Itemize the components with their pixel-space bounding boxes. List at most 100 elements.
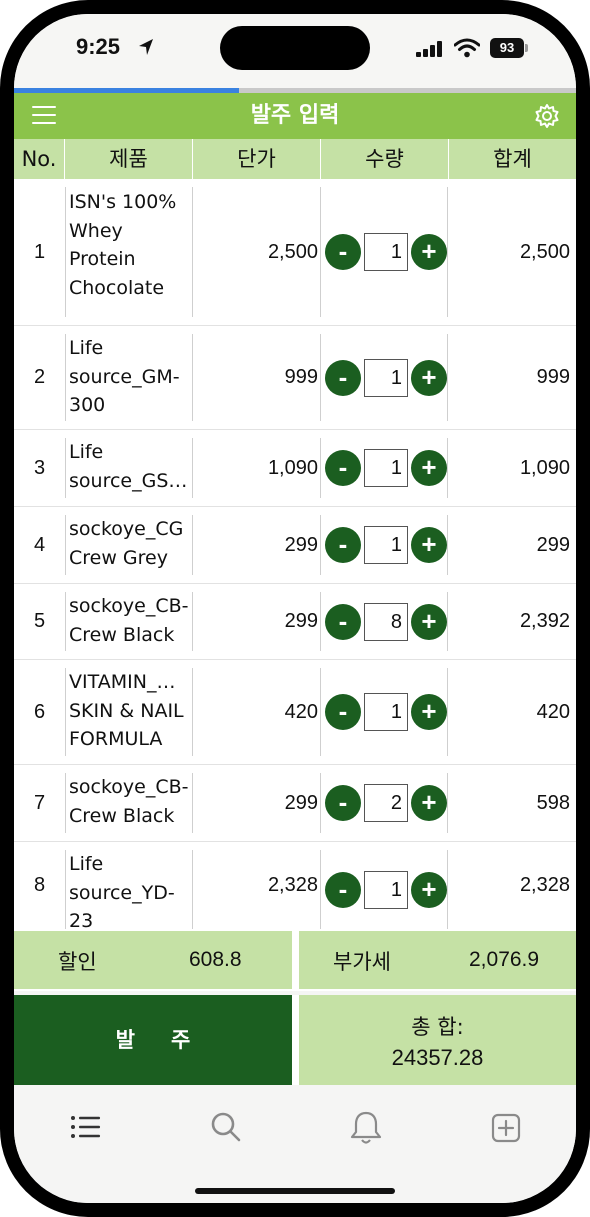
row-number: 7 [33,791,46,814]
product-name: sockoye_CG Crew Grey [65,515,193,575]
unit-price: 2,328 [267,874,318,896]
wifi-icon [454,38,480,58]
column-header-product: 제품 [65,139,193,179]
quantity-input[interactable]: 1 [364,233,408,271]
quantity-stepper: - 1 + [320,515,448,575]
decrease-quantity-button[interactable]: - [325,234,361,270]
decrease-quantity-button[interactable]: - [325,527,361,563]
line-total: 420 [536,700,570,723]
product-cell: Life source_GS… [65,430,193,506]
quantity-input[interactable]: 8 [364,602,408,641]
unit-price: 299 [284,610,318,632]
status-bar: 9:25 93 [14,14,576,90]
line-total: 299 [536,533,570,556]
dynamic-island [220,26,370,70]
row-number: 3 [33,456,46,479]
table-row: 4 sockoye_CG Crew Grey 299 - 1 + 299 [14,507,576,584]
line-total: 2,328 [519,874,570,896]
gear-icon[interactable] [534,103,560,129]
quantity-cell: - 2 + [320,765,448,841]
decrease-quantity-button[interactable]: - [325,785,361,821]
line-total: 2,500 [519,240,570,263]
app-header: 발주 입력 [14,93,576,139]
quantity-cell: - 1 + [320,842,448,929]
decrease-quantity-button[interactable]: - [325,359,361,396]
unit-price: 299 [284,791,318,814]
quantity-input[interactable]: 2 [364,784,408,822]
product-name: Life source_GM-300 [65,334,193,421]
cellular-signal-icon [416,41,442,57]
vat-label: 부가세 [333,950,391,974]
grand-total-box: 총 합: 24357.28 [299,995,576,1085]
increase-quantity-button[interactable]: + [411,871,447,908]
product-cell: sockoye_CB-Crew Black [65,584,193,659]
product-name: VITAMIN_… SKIN & NAIL FORMULA [65,668,193,756]
column-header-total: 합계 [493,147,532,171]
battery-level: 93 [490,38,524,58]
row-number: 6 [33,700,46,723]
row-number: 2 [33,366,46,388]
unit-price: 1,090 [267,456,318,479]
action-bar: 발주 총 합: 24357.28 [14,995,576,1085]
list-icon[interactable] [66,1108,106,1148]
table-row: 8 Life source_YD-23 2,328 - 1 + 2,328 [14,842,576,929]
quantity-stepper: - 1 + [320,850,448,929]
product-cell: Life source_YD-23 [65,842,193,929]
vat-value: 2,076.9 [469,948,540,971]
decrease-quantity-button[interactable]: - [325,694,361,730]
grand-total-label: 총 합: [411,1015,464,1039]
increase-quantity-button[interactable]: + [411,359,447,396]
screen: 9:25 93 발주 입력 No. 제품 단가 수량 합계 1 ISN's 10… [14,14,576,1203]
decrease-quantity-button[interactable]: - [325,450,361,486]
line-total: 999 [536,366,570,388]
discount-box: 할인 608.8 [14,931,292,989]
add-square-icon[interactable] [486,1108,526,1148]
increase-quantity-button[interactable]: + [411,450,447,486]
product-cell: ISN's 100% Whey Protein Chocolate [65,179,193,325]
increase-quantity-button[interactable]: + [411,694,447,730]
row-number: 1 [33,240,46,263]
quantity-input[interactable]: 1 [364,526,408,564]
product-name: Life source_YD-23 [65,850,193,929]
line-total: 2,392 [519,610,570,632]
increase-quantity-button[interactable]: + [411,234,447,270]
phone-frame: 9:25 93 발주 입력 No. 제품 단가 수량 합계 1 ISN's 10… [0,0,590,1217]
row-number: 5 [33,610,46,632]
table-row: 1 ISN's 100% Whey Protein Chocolate 2,50… [14,179,576,326]
decrease-quantity-button[interactable]: - [325,603,361,640]
quantity-input[interactable]: 1 [364,870,408,909]
increase-quantity-button[interactable]: + [411,527,447,563]
quantity-stepper: - 1 + [320,187,448,317]
summary-bar: 할인 608.8 부가세 2,076.9 [14,929,576,991]
row-number: 8 [33,874,46,896]
battery-indicator: 93 [490,38,528,58]
bottom-tab-bar [14,1092,576,1203]
search-icon[interactable] [206,1108,246,1148]
quantity-stepper: - 1 + [320,334,448,421]
quantity-cell: - 1 + [320,179,448,325]
quantity-input[interactable]: 1 [364,449,408,487]
unit-price: 999 [284,366,318,388]
discount-label: 할인 [58,950,97,974]
product-name: sockoye_CB-Crew Black [65,592,193,651]
page-title: 발주 입력 [250,103,340,128]
quantity-input[interactable]: 1 [364,693,408,731]
order-button[interactable]: 발주 [14,995,292,1085]
table-row: 5 sockoye_CB-Crew Black 299 - 8 + 2,392 [14,584,576,660]
table-row: 3 Life source_GS… 1,090 - 1 + 1,090 [14,430,576,507]
bell-icon[interactable] [346,1108,386,1148]
product-cell: sockoye_CG Crew Grey [65,507,193,583]
line-total: 598 [536,791,570,814]
unit-price: 2,500 [267,240,318,263]
quantity-cell: - 8 + [320,584,448,659]
increase-quantity-button[interactable]: + [411,603,447,640]
quantity-cell: - 1 + [320,326,448,429]
product-cell: sockoye_CB-Crew Black [65,765,193,841]
product-name: ISN's 100% Whey Protein Chocolate [65,187,193,317]
table-row: 7 sockoye_CB-Crew Black 299 - 2 + 598 [14,765,576,842]
decrease-quantity-button[interactable]: - [325,871,361,908]
increase-quantity-button[interactable]: + [411,785,447,821]
quantity-input[interactable]: 1 [364,358,408,397]
column-header-quantity: 수량 [321,139,449,179]
discount-value: 608.8 [189,948,242,971]
